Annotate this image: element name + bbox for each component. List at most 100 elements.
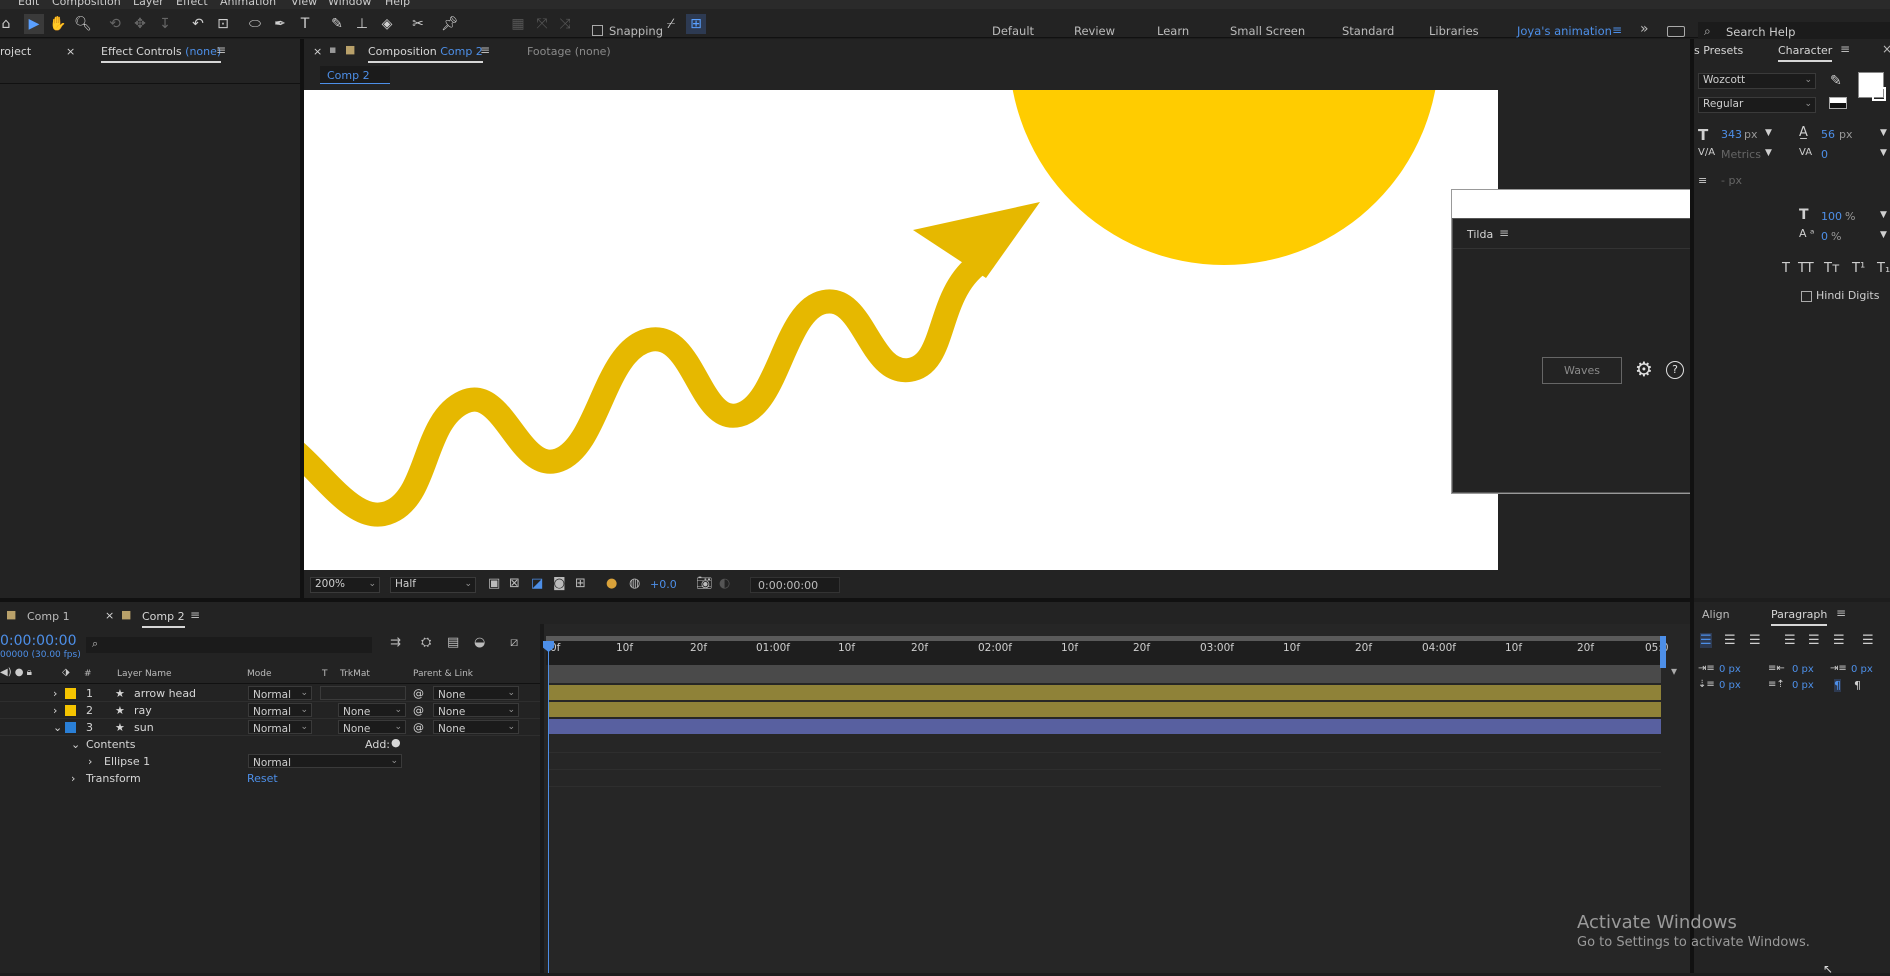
workspace-overflow-icon[interactable]: »: [1640, 21, 1649, 37]
pick-whip-icon[interactable]: @: [413, 687, 424, 700]
menu-view[interactable]: View: [291, 0, 317, 8]
parent-select[interactable]: None ⌄: [433, 720, 519, 735]
menu-edit[interactable]: Edit: [18, 0, 39, 8]
layer-label-color[interactable]: [65, 722, 76, 733]
close-icon[interactable]: ×: [313, 45, 322, 58]
exposure-value[interactable]: +0.0: [650, 578, 677, 591]
composition-menu-icon[interactable]: ≡: [480, 43, 490, 57]
layer-row-ray[interactable]: › 2 ★ ray Normal ⌄ None ⌄ @ None ⌄: [0, 702, 540, 719]
kerning-dropdown-icon[interactable]: ▼: [1765, 148, 1772, 158]
baseline-dropdown-icon[interactable]: ▼: [1880, 230, 1887, 240]
type-tool-icon[interactable]: T: [295, 14, 315, 34]
workspace-learn[interactable]: Learn: [1157, 24, 1189, 38]
mask-visibility-icon[interactable]: ◪: [531, 576, 543, 591]
parent-select[interactable]: None ⌄: [433, 703, 519, 718]
character-menu-icon[interactable]: ≡: [1840, 42, 1850, 56]
viewer-timecode[interactable]: 0:00:00:00: [750, 577, 840, 593]
header-layer-name[interactable]: Layer Name: [117, 669, 172, 679]
superscript-icon[interactable]: T¹: [1852, 261, 1865, 276]
orbit-tool-icon[interactable]: ⟲: [105, 14, 125, 34]
brush-tool-icon[interactable]: ✎: [327, 14, 347, 34]
close-icon[interactable]: ×: [66, 45, 75, 58]
layer-search-input[interactable]: ⌕: [86, 637, 372, 653]
expand-chevron-icon[interactable]: ›: [88, 755, 92, 768]
justify-all-icon[interactable]: ☰: [1862, 633, 1874, 648]
tab-paragraph[interactable]: Paragraph: [1771, 608, 1828, 626]
workspace-standard[interactable]: Standard: [1342, 24, 1394, 38]
add-menu-icon[interactable]: ●: [391, 736, 401, 749]
color-management-icon[interactable]: ◍: [629, 576, 640, 591]
all-caps-icon[interactable]: TT: [1798, 261, 1814, 276]
hindi-digits-checkbox[interactable]: [1801, 291, 1812, 302]
baseline-value[interactable]: 0: [1821, 230, 1828, 243]
layer-mode-select[interactable]: Normal ⌄: [248, 720, 312, 735]
vertical-scale-dropdown-icon[interactable]: ▼: [1880, 210, 1887, 220]
justify-left-icon[interactable]: ☰: [1784, 633, 1796, 648]
ellipse-blend-mode-select[interactable]: Normal ⌄: [248, 754, 402, 769]
fast-preview-icon[interactable]: ▣: [488, 576, 500, 591]
font-family-select[interactable]: Wozcott ⌄: [1698, 73, 1816, 89]
frame-blending-icon[interactable]: ◒: [474, 635, 485, 650]
font-size-dropdown-icon[interactable]: ▼: [1765, 128, 1772, 138]
rotate-tool-icon[interactable]: ↶: [188, 14, 208, 34]
expand-chevron-icon[interactable]: ›: [53, 704, 57, 717]
trkmat-select[interactable]: None ⌄: [338, 703, 406, 718]
tilda-menu-icon[interactable]: ≡: [1499, 226, 1509, 240]
ray-shape[interactable]: [304, 248, 996, 527]
layer-label-color[interactable]: [65, 705, 76, 716]
snap-edges-icon[interactable]: ⌿: [661, 14, 681, 34]
tab-align[interactable]: Align: [1702, 608, 1730, 621]
time-ruler[interactable]: [546, 641, 1666, 665]
axis-icon[interactable]: ▦: [508, 14, 528, 34]
draft-3d-icon[interactable]: ⛭: [421, 635, 431, 650]
justify-center-icon[interactable]: ☰: [1808, 633, 1820, 648]
tab-composition[interactable]: Composition Comp 2: [368, 45, 483, 63]
transform-row[interactable]: › Transform Reset: [0, 770, 540, 787]
pan-tool-icon[interactable]: ✥: [130, 14, 150, 34]
sun-shape[interactable]: [1009, 90, 1439, 265]
arrow-head-shape[interactable]: [913, 202, 1040, 278]
layer-bar-ray[interactable]: [548, 702, 1661, 717]
layer-mode-select[interactable]: Normal ⌄: [248, 686, 312, 701]
paragraph-menu-icon[interactable]: ≡: [1836, 606, 1846, 620]
tab-comp-1[interactable]: Comp 1: [27, 610, 70, 623]
tracking-dropdown-icon[interactable]: ▼: [1880, 148, 1887, 158]
stroke-color-swatch[interactable]: [1872, 87, 1886, 101]
kerning-value[interactable]: Metrics: [1721, 148, 1761, 161]
work-area-end-handle[interactable]: [1660, 636, 1666, 668]
indent-right-value[interactable]: 0 px: [1792, 664, 1814, 675]
workspace-default[interactable]: Default: [992, 24, 1034, 38]
tab-character[interactable]: Character: [1778, 44, 1833, 62]
ellipse-row[interactable]: › Ellipse 1 Normal ⌄: [0, 753, 540, 770]
effect-controls-menu-icon[interactable]: ≡: [216, 43, 226, 57]
tab-footage[interactable]: Footage (none): [527, 45, 611, 58]
ellipse-label[interactable]: Ellipse 1: [104, 755, 150, 768]
menu-window[interactable]: Window: [328, 0, 371, 8]
vertical-scale-value[interactable]: 100: [1821, 210, 1842, 223]
selection-tool-icon[interactable]: ▶: [24, 14, 44, 34]
eyedropper-icon[interactable]: ✎: [1830, 73, 1842, 89]
dolly-tool-icon[interactable]: ↧: [155, 14, 175, 34]
trkmat-select[interactable]: None ⌄: [338, 720, 406, 735]
space-after-value[interactable]: 0 px: [1792, 680, 1814, 691]
breadcrumb[interactable]: Comp 2: [320, 66, 390, 84]
roto-tool-icon[interactable]: ✂: [408, 14, 428, 34]
shy-layers-icon[interactable]: ▤: [447, 635, 459, 650]
menu-layer[interactable]: Layer: [133, 0, 164, 8]
workspace-menu-icon[interactable]: ≡: [1612, 23, 1622, 37]
waves-button[interactable]: Waves: [1542, 357, 1622, 384]
ltr-direction-icon[interactable]: ¶: [1834, 679, 1841, 692]
show-snapshot-icon[interactable]: ◐: [719, 576, 730, 591]
axis-world-icon[interactable]: ⤧: [532, 14, 552, 34]
resolution-select[interactable]: Half ⌄: [390, 577, 476, 593]
font-size-value[interactable]: 343: [1721, 128, 1742, 141]
tab-effects-presets[interactable]: s Presets: [1694, 44, 1743, 57]
pen-tool-icon[interactable]: ✒: [270, 14, 290, 34]
align-left-icon[interactable]: ☰: [1700, 633, 1712, 648]
gear-icon[interactable]: ⚙: [1635, 357, 1653, 381]
close-panel-icon[interactable]: ×: [1882, 42, 1890, 56]
layer-row-sun[interactable]: ⌄ 3 ★ sun Normal ⌄ None ⌄ @ None ⌄: [0, 719, 540, 736]
help-icon[interactable]: ?: [1666, 361, 1684, 379]
zoom-select[interactable]: 200% ⌄: [310, 577, 380, 593]
expand-chevron-icon[interactable]: ›: [53, 687, 57, 700]
